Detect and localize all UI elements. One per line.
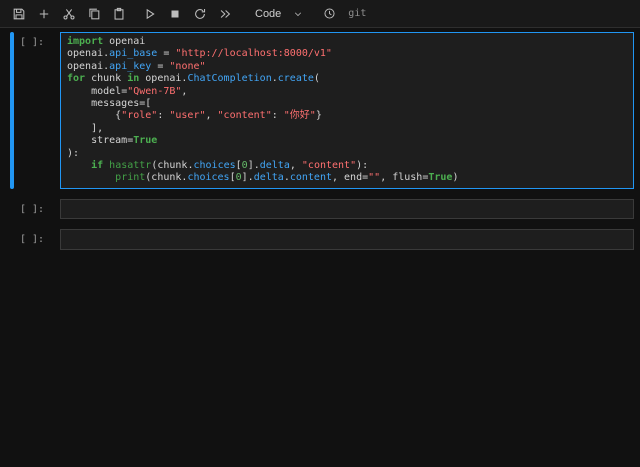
code-line: {"role": "user", "content": "你好"} — [67, 110, 322, 122]
execution-time-button[interactable] — [318, 2, 341, 25]
run-cell-button[interactable] — [138, 2, 161, 25]
paste-icon — [112, 7, 126, 21]
code-line: stream=True — [67, 135, 158, 147]
notebook-cell[interactable]: [ ]: — [10, 198, 634, 220]
notebook-cells: [ ]: import openai openai.api_base = "http… — [0, 28, 640, 250]
cell-type-dropdown[interactable]: Code — [247, 6, 311, 22]
clock-icon — [323, 7, 336, 20]
notebook-cell[interactable]: [ ]: import openai openai.api_base = "http… — [10, 32, 634, 189]
cell-type-value: Code — [255, 7, 282, 20]
cell-editor[interactable]: import openai openai.api_base = "http://l… — [60, 32, 634, 189]
interrupt-kernel-button[interactable] — [163, 2, 186, 25]
code-line: if hasattr(chunk.choices[0].delta, "cont… — [91, 160, 369, 172]
stop-icon — [168, 7, 182, 21]
notebook-cell[interactable]: [ ]: — [10, 229, 634, 250]
code-line: model="Qwen-7B", — [67, 85, 188, 97]
code-line: ): — [67, 147, 80, 159]
code-line: ], — [67, 122, 104, 134]
cell-prompt: [ ]: — [20, 234, 45, 246]
code-line: openai.api_base = "http://localhost:8000… — [67, 48, 332, 60]
code-line: for chunk in openai.ChatCompletion.creat… — [67, 73, 320, 85]
restart-kernel-button[interactable] — [188, 2, 211, 25]
restart-run-all-button[interactable] — [213, 2, 236, 25]
run-icon — [143, 7, 157, 21]
copy-cell-button[interactable] — [82, 2, 105, 25]
cell-prompt: [ ]: — [20, 203, 45, 215]
cell-prompt: [ ]: — [20, 37, 45, 48]
add-cell-icon — [37, 7, 51, 21]
code-line: print(chunk.choices[0].delta.content, en… — [115, 172, 459, 184]
copy-icon — [87, 7, 101, 21]
restart-run-all-icon — [218, 7, 232, 21]
code-line: messages=[ — [67, 98, 152, 110]
cell-editor[interactable] — [60, 198, 634, 220]
code-line: openai.api_key = "none" — [67, 60, 206, 72]
cut-cell-button[interactable] — [57, 2, 80, 25]
code-line: import openai — [67, 36, 146, 47]
save-icon — [12, 7, 26, 21]
save-button[interactable] — [7, 2, 30, 25]
add-cell-button[interactable] — [32, 2, 55, 25]
restart-kernel-icon — [193, 7, 207, 21]
cell-editor[interactable] — [60, 229, 634, 250]
notebook-toolbar: Code git — [0, 0, 640, 28]
paste-cell-button[interactable] — [107, 2, 130, 25]
cut-icon — [62, 7, 76, 21]
chevron-down-icon — [293, 9, 303, 19]
git-label: git — [348, 8, 367, 19]
